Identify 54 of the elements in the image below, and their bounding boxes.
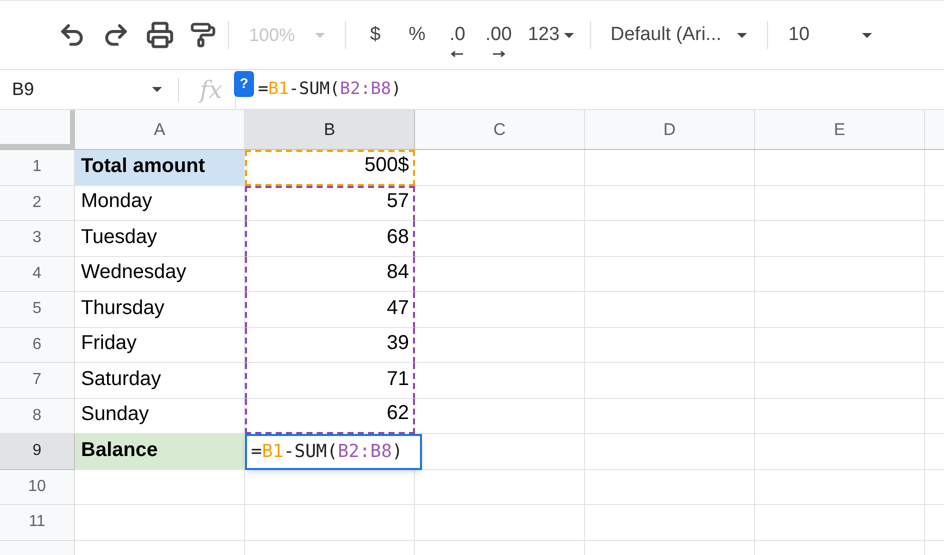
table-cell: 500$ — [245, 150, 415, 186]
redo-icon[interactable] — [102, 21, 130, 49]
cell-editor[interactable]: =B1-SUM(B2:B8) — [245, 434, 422, 470]
table-cell: 47 — [245, 292, 415, 328]
table-cell: Thursday — [75, 292, 245, 328]
column-header[interactable]: D — [585, 110, 755, 149]
decrease-decimals-button[interactable]: .0 — [442, 20, 474, 50]
row-header[interactable]: 10 — [0, 470, 75, 505]
column-header[interactable]: E — [755, 110, 925, 149]
fx-label: fx — [197, 74, 224, 106]
row-header[interactable]: 8 — [0, 398, 75, 434]
table-cell: Tuesday — [75, 221, 245, 256]
table-cell: 57 — [245, 186, 415, 221]
name-box[interactable]: B9 — [0, 70, 170, 109]
row-header[interactable]: 7 — [0, 363, 75, 398]
table-cell: 39 — [245, 328, 415, 363]
row-header[interactable]: 11 — [0, 505, 75, 540]
font-dropdown[interactable]: Default (Ari... — [602, 20, 756, 50]
table-cell: Wednesday — [75, 256, 245, 292]
table-cell: Total amount — [75, 150, 245, 186]
paint-format-icon[interactable] — [190, 22, 216, 48]
table-cell: Saturday — [75, 363, 245, 398]
row-header[interactable]: 9 — [0, 434, 75, 470]
row-header[interactable]: 6 — [0, 328, 75, 363]
row-header[interactable]: 5 — [0, 292, 75, 328]
right-arrow-icon — [492, 51, 505, 58]
formula-text[interactable]: =B1-SUM(B2:B8) — [258, 76, 402, 102]
row-header[interactable]: 1 — [0, 150, 75, 186]
print-icon[interactable] — [146, 21, 174, 49]
table-cell: Monday — [75, 186, 245, 221]
table-cell: 68 — [245, 221, 415, 256]
increase-decimals-button[interactable]: .00 — [477, 20, 520, 50]
column-header[interactable]: B — [245, 110, 415, 149]
table-cell: 84 — [245, 256, 415, 292]
row-header[interactable]: 4 — [0, 256, 75, 292]
caret-icon — [737, 32, 748, 38]
help-badge[interactable]: ? — [234, 70, 254, 96]
table-cell: Sunday — [75, 398, 245, 434]
table-cell: Balance — [75, 434, 245, 470]
caret-icon — [564, 32, 574, 38]
format-button[interactable]: $ — [358, 20, 393, 50]
caret-icon — [315, 32, 326, 38]
undo-icon[interactable] — [58, 21, 86, 49]
row-header[interactable]: 2 — [0, 186, 75, 221]
font-size-dropdown[interactable]: 10 — [780, 20, 880, 50]
table-cell: Friday — [75, 328, 245, 363]
caret-icon — [862, 32, 872, 38]
column-header[interactable]: C — [415, 110, 585, 149]
number-format-button[interactable]: 123 — [524, 20, 578, 50]
row-header[interactable]: 3 — [0, 221, 75, 256]
left-arrow-icon — [451, 51, 464, 58]
format-button[interactable]: % — [396, 20, 438, 50]
table-cell: 71 — [245, 363, 415, 398]
caret-icon — [152, 87, 162, 92]
